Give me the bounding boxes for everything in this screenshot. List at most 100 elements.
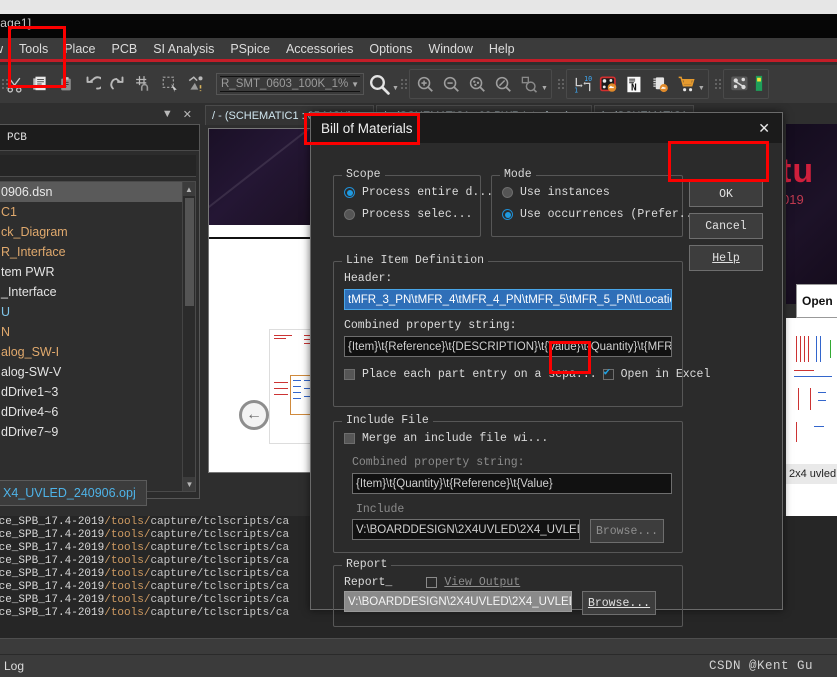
project-tree-item[interactable]: 0906.dsn [0, 182, 195, 202]
project-tree-item[interactable]: N [0, 322, 195, 342]
radio-use-occurrences[interactable]: Use occurrences (Prefer... [502, 208, 699, 221]
radio-indicator [344, 187, 355, 198]
ok-button[interactable]: OK [689, 181, 763, 207]
report-file-path-input[interactable]: V:\BOARDDESIGN\2X4UVLED\2X4_UVLED_24 [344, 591, 572, 612]
report-icon[interactable] [27, 70, 53, 98]
scrollbar-thumb[interactable] [185, 198, 194, 306]
project-tree-item[interactable]: U [0, 302, 195, 322]
toolbar-group-pcb [722, 69, 769, 99]
project-tree-item[interactable]: alog_SW-I [0, 342, 195, 362]
report-group: Report Report_ View Output V:\BOARDDESIG… [333, 558, 683, 627]
include-file-path-value: V:\BOARDDESIGN\2X4UVLED\2X4_UVLED_ [356, 523, 580, 536]
zoom-fit-icon[interactable] [465, 70, 491, 98]
include-browse-label: Browse... [595, 524, 659, 538]
back-annotate-icon[interactable] [648, 70, 674, 98]
dialog-body: Scope Process entire d... Process selec.… [311, 143, 782, 627]
project-tree-item[interactable]: R_Interface [0, 242, 195, 262]
undo-icon[interactable] [79, 70, 105, 98]
menu-item-w[interactable]: w [0, 42, 11, 56]
project-file-tab[interactable]: X4_UVLED_240906.opj [0, 480, 147, 506]
include-combined-property-input[interactable]: {Item}\t{Quantity}\t{Reference}\t{Value} [352, 473, 672, 494]
header-input[interactable]: tMFR_3_PN\tMFR_4\tMFR_4_PN\tMFR_5\tMFR_5… [344, 289, 672, 310]
help-button[interactable]: Help [689, 245, 763, 271]
annotate-icon[interactable] [183, 70, 209, 98]
radio-label: Use instances [520, 186, 610, 199]
close-icon[interactable]: ✕ [754, 120, 774, 137]
zoom-out-icon[interactable] [439, 70, 465, 98]
pcb-editor-icon[interactable] [727, 70, 753, 98]
menu-item-pcb[interactable]: PCB [104, 42, 146, 56]
cancel-label: Cancel [705, 219, 747, 233]
project-tree-item[interactable]: dDrive1~3 [0, 382, 195, 402]
project-tree-item[interactable]: tem PWR [0, 262, 195, 282]
radio-indicator [502, 209, 513, 220]
project-tree-item[interactable]: ck_Diagram [0, 222, 195, 242]
cancel-button[interactable]: Cancel [689, 213, 763, 239]
checkbox-view-output[interactable]: View Output [426, 576, 520, 589]
open-button[interactable]: Open [796, 284, 837, 318]
menu-item-tools[interactable]: Tools [11, 42, 56, 56]
previous-page-button[interactable]: ← [239, 400, 269, 430]
radio-label: Use occurrences (Prefer... [520, 208, 700, 221]
panel-tab-pcb[interactable]: PCB [0, 125, 199, 151]
close-icon[interactable]: ✕ [183, 108, 192, 121]
combined-property-input[interactable]: {Item}\t{Reference}\t{DESCRIPTION}\t{Val… [344, 336, 672, 357]
paste-icon[interactable] [53, 70, 79, 98]
project-tree-item[interactable]: dDrive7~9 [0, 422, 195, 442]
radio-process-entire-design[interactable]: Process entire d... [344, 186, 493, 199]
radio-label: Process entire d... [362, 186, 494, 199]
annotate-numbers-icon[interactable]: 10 1 [570, 70, 596, 98]
report-file-label: Report_ [344, 576, 393, 589]
part-search-combo[interactable]: R_SMT_0603_100K_1% ▼ [216, 73, 364, 95]
menu-item-window[interactable]: Window [420, 42, 480, 56]
toolbar-grip-2[interactable] [400, 73, 407, 95]
cart-icon[interactable] [674, 70, 700, 98]
toolbar-grip-3[interactable] [557, 73, 564, 95]
include-file-label: Include [356, 503, 405, 516]
report-browse-button[interactable]: Browse... [582, 591, 656, 615]
project-tree-scrollbar[interactable]: ▲ ▼ [182, 182, 195, 491]
desktop-strip [0, 0, 837, 14]
menu-item-pspice[interactable]: PSpice [222, 42, 278, 56]
radio-use-instances[interactable]: Use instances [502, 186, 682, 199]
line-item-legend: Line Item Definition [342, 254, 489, 267]
checkbox-place-each-part-entry[interactable]: Place each part entry on a sepa... [344, 368, 597, 381]
chevron-down-icon[interactable]: ▼ [162, 108, 173, 120]
panel-header-controls: ▼ ✕ [0, 103, 200, 125]
select-area-icon[interactable] [157, 70, 183, 98]
redo-icon[interactable] [105, 70, 131, 98]
toolbar-group-zoom: ▼ [408, 69, 552, 99]
zoom-area-icon[interactable] [491, 70, 517, 98]
design-rules-icon[interactable] [596, 70, 622, 98]
project-tree-item[interactable]: C1 [0, 202, 195, 222]
scroll-down-icon[interactable]: ▼ [183, 477, 195, 491]
search-icon[interactable] [364, 70, 394, 98]
include-file-path-input[interactable]: V:\BOARDDESIGN\2X4UVLED\2X4_UVLED_ [352, 519, 580, 540]
checkbox-merge-include-file[interactable]: Merge an include file wi... [344, 432, 672, 445]
scroll-up-icon[interactable]: ▲ [183, 182, 195, 196]
netlist-icon[interactable]: N [622, 70, 648, 98]
svg-text:1: 1 [574, 86, 578, 94]
menu-item-help[interactable]: Help [481, 42, 523, 56]
project-tree-item[interactable]: alog-SW-V [0, 362, 195, 382]
chevron-down-icon[interactable]: ▼ [351, 80, 359, 89]
arrow-left-icon: ← [246, 406, 262, 423]
include-combined-property-value: {Item}\t{Quantity}\t{Reference}\t{Value} [356, 477, 553, 490]
zoom-select-icon[interactable] [517, 70, 543, 98]
status-left-text: n Log [0, 659, 25, 673]
toolbar-grip-4[interactable] [714, 73, 721, 95]
open-label: Open [802, 294, 833, 308]
menu-item-si-analysis[interactable]: SI Analysis [145, 42, 222, 56]
menu-item-accessories[interactable]: Accessories [278, 42, 361, 56]
board-icon[interactable] [753, 70, 765, 98]
menu-item-place[interactable]: Place [56, 42, 103, 56]
radio-process-selection[interactable]: Process selec... [344, 208, 480, 221]
zoom-in-icon[interactable] [413, 70, 439, 98]
checkbox-open-in-excel[interactable]: Open in Excel [602, 366, 710, 381]
snap-to-grid-icon[interactable] [131, 70, 157, 98]
menu-item-options[interactable]: Options [361, 42, 420, 56]
include-browse-button[interactable]: Browse... [590, 519, 664, 543]
project-tree-item[interactable]: _Interface [0, 282, 195, 302]
project-tree-item[interactable]: dDrive4~6 [0, 402, 195, 422]
cut-icon[interactable] [1, 70, 27, 98]
